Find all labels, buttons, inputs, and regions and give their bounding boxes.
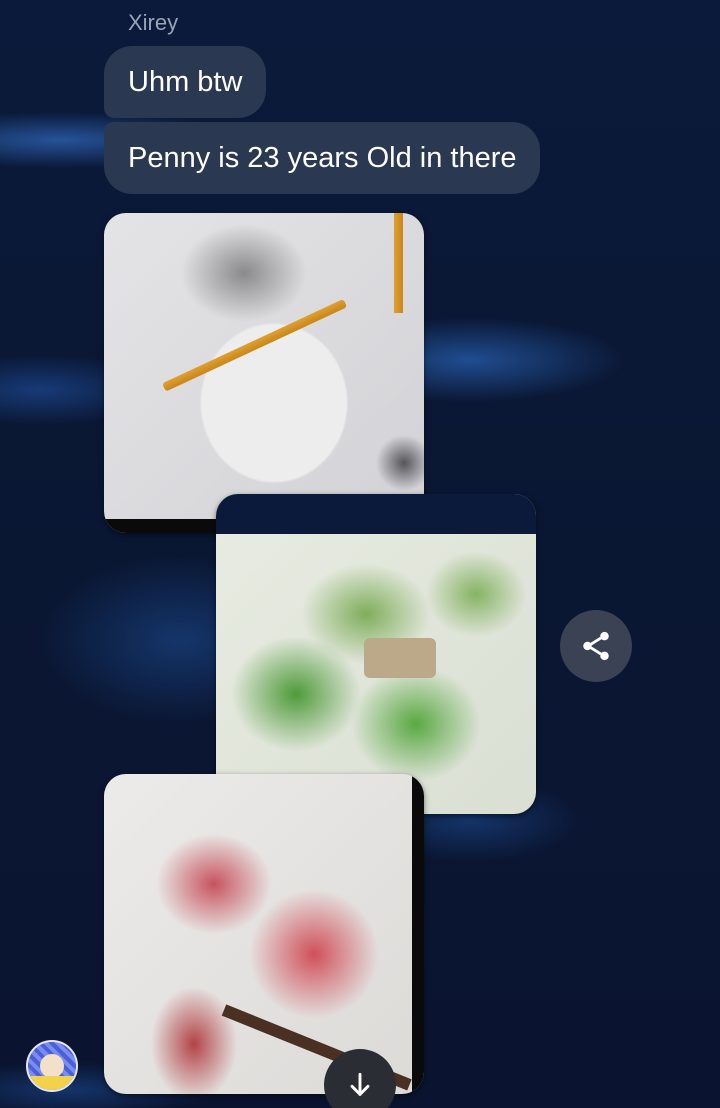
avatar[interactable]	[26, 1040, 78, 1092]
image-attachment-1[interactable]	[104, 213, 424, 533]
eraser-drawing	[364, 638, 436, 678]
avatar-face	[40, 1054, 64, 1078]
share-icon	[583, 631, 609, 661]
pencil-drawing	[162, 298, 348, 392]
avatar-shirt	[28, 1076, 76, 1090]
sender-name: Xirey	[128, 10, 179, 35]
image-attachment-2[interactable]	[216, 494, 536, 814]
message-bubble[interactable]: Uhm btw	[104, 46, 267, 118]
image-attachment-3[interactable]	[104, 774, 424, 1094]
arrow-down-icon	[350, 1072, 370, 1096]
photo-edge	[216, 494, 536, 534]
message-bubble[interactable]: Penny is 23 years Old in there	[104, 122, 541, 194]
share-button[interactable]	[560, 610, 632, 682]
photo-edge	[412, 774, 424, 1094]
pencil-drawing	[394, 213, 403, 313]
